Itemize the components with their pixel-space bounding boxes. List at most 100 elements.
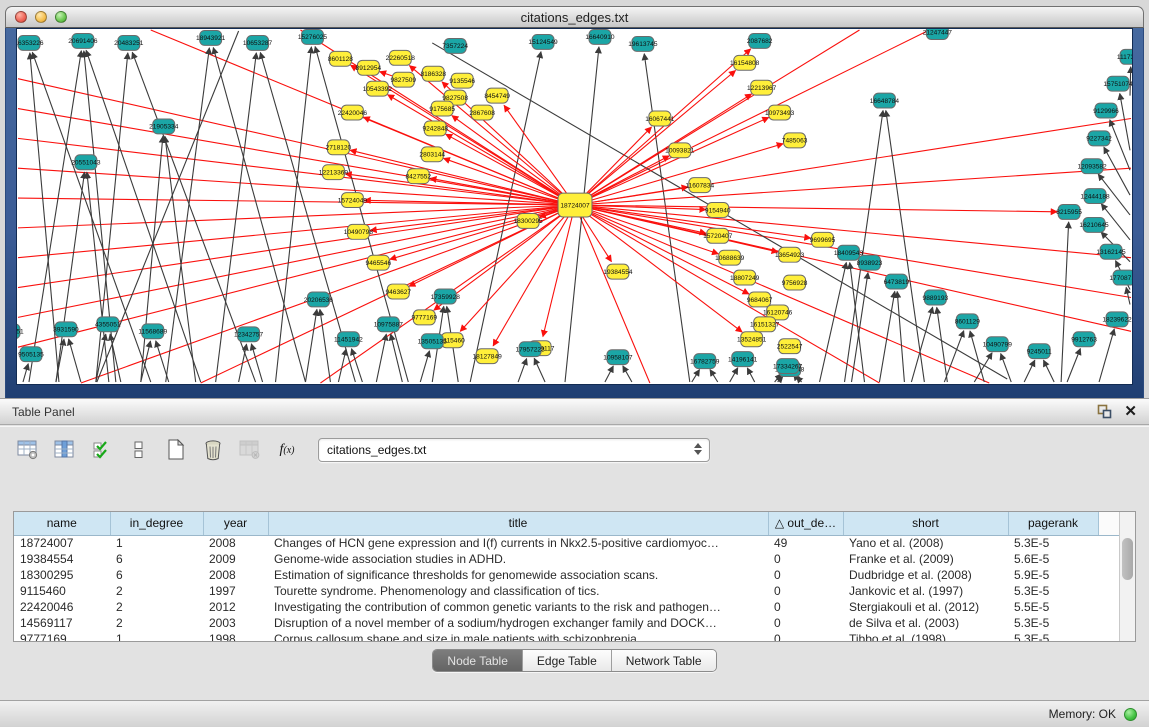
network-node[interactable]: 7357224 — [442, 38, 468, 53]
network-node[interactable]: 13524851 — [737, 332, 767, 347]
table-selector-dropdown[interactable]: citations_edges.txt — [318, 438, 710, 462]
network-node[interactable]: 15124549 — [528, 34, 558, 49]
network-node[interactable]: 18724007 — [558, 193, 592, 217]
network-node[interactable]: 12213967 — [747, 80, 777, 95]
column-header-name[interactable]: name — [14, 512, 110, 535]
network-node[interactable]: 9465546 — [366, 255, 392, 270]
table-row[interactable]: 977716911998Corpus callosum shape and si… — [14, 631, 1121, 642]
network-node[interactable]: 8938923 — [857, 255, 883, 270]
network-node[interactable]: 8601129 — [955, 314, 980, 329]
function-builder-button[interactable]: f(x) — [273, 437, 301, 463]
network-node[interactable]: 18239622 — [1102, 312, 1132, 327]
network-node[interactable]: 16782759 — [690, 354, 720, 369]
network-node[interactable]: 13162145 — [1096, 244, 1126, 259]
network-node[interactable]: 22420046 — [338, 105, 368, 120]
network-node[interactable]: 10973493 — [765, 105, 795, 120]
network-node[interactable]: 15751074 — [1103, 76, 1132, 91]
table-settings-button[interactable] — [14, 437, 42, 463]
scrollbar-thumb[interactable] — [1122, 538, 1133, 580]
tab-edge-table[interactable]: Edge Table — [523, 650, 612, 671]
table-row[interactable]: 1938455462009Genome-wide association stu… — [14, 551, 1121, 567]
network-node[interactable]: 2522547 — [777, 339, 803, 354]
network-node[interactable]: 19384554 — [603, 264, 633, 279]
table-row[interactable]: 1830029562008Estimation of significance … — [14, 567, 1121, 583]
network-node[interactable]: 9154940 — [705, 203, 731, 218]
network-node[interactable]: 9129966 — [1093, 103, 1119, 118]
column-header-title[interactable]: title — [268, 512, 768, 535]
network-node[interactable]: 10543392 — [363, 81, 393, 96]
network-node[interactable]: 6473819 — [884, 274, 910, 289]
network-node[interactable]: 21905334 — [149, 119, 179, 134]
show-columns-button[interactable] — [51, 437, 79, 463]
network-node[interactable]: 9684067 — [747, 292, 773, 307]
network-node[interactable]: 9756928 — [782, 275, 808, 290]
network-node[interactable]: 8215955 — [1056, 205, 1082, 220]
network-node[interactable]: 9135546 — [449, 73, 475, 88]
network-node[interactable]: 20551043 — [71, 155, 101, 170]
column-header-in_degree[interactable]: in_degree — [110, 512, 203, 535]
network-node[interactable]: 21247447 — [923, 29, 953, 39]
table-row[interactable]: 1872400712008Changes of HCN gene express… — [14, 535, 1121, 551]
network-node[interactable]: 12342757 — [234, 327, 264, 342]
network-node[interactable]: 12093582 — [1077, 159, 1107, 174]
network-node[interactable]: 8454749 — [484, 88, 510, 103]
network-node[interactable]: 9827509 — [391, 72, 417, 87]
network-node[interactable]: 2087682 — [747, 33, 773, 48]
delete-table-button[interactable] — [199, 437, 227, 463]
network-node[interactable]: 17708712 — [1109, 270, 1132, 285]
network-node[interactable]: 18127849 — [473, 349, 503, 364]
tab-network-table[interactable]: Network Table — [612, 650, 716, 671]
network-node[interactable]: 10490799 — [983, 337, 1013, 352]
network-canvas[interactable]: 18724007 86011288912954 22260518 9827509105… — [16, 28, 1133, 385]
network-node[interactable]: 16151327 — [750, 317, 780, 332]
network-node[interactable]: 2803144 — [419, 147, 445, 162]
network-node[interactable]: 12444188 — [1080, 189, 1110, 204]
close-panel-icon[interactable]: ✕ — [1124, 404, 1137, 419]
network-node[interactable]: 8601128 — [328, 51, 353, 66]
network-node[interactable]: 13050051 — [17, 324, 24, 339]
network-node[interactable]: 9699695 — [810, 232, 836, 247]
column-header-year[interactable]: year — [203, 512, 268, 535]
network-node[interactable]: 10688639 — [715, 250, 745, 265]
network-node[interactable]: 18807249 — [730, 270, 760, 285]
network-node[interactable]: 10975887 — [374, 317, 404, 332]
network-node[interactable]: 17334267 — [773, 359, 803, 374]
column-header-pagerank[interactable]: pagerank — [1008, 512, 1098, 535]
network-node[interactable]: 8427552 — [405, 169, 431, 184]
network-node[interactable]: 20691406 — [68, 33, 98, 48]
network-node[interactable]: 9245011 — [1027, 344, 1052, 359]
select-all-button[interactable] — [88, 437, 116, 463]
network-node[interactable]: 9242848 — [422, 121, 448, 136]
network-node[interactable]: 10490798 — [344, 224, 374, 239]
network-node[interactable]: 7485063 — [782, 133, 808, 148]
new-table-button[interactable] — [162, 437, 190, 463]
network-node[interactable]: 11173954 — [1117, 49, 1132, 64]
network-node[interactable]: 10958107 — [603, 350, 633, 365]
network-node[interactable]: 13505135 — [418, 334, 448, 349]
network-node[interactable]: 22260518 — [386, 50, 416, 65]
network-node[interactable]: 2718120 — [326, 140, 352, 155]
tab-node-table[interactable]: Node Table — [433, 650, 523, 671]
network-node[interactable]: 18300295 — [513, 213, 543, 228]
network-node[interactable]: 3931590 — [53, 322, 79, 337]
network-node[interactable]: 8912954 — [356, 60, 382, 75]
network-node[interactable]: 9505135 — [18, 347, 44, 362]
row-merge-button[interactable] — [125, 437, 153, 463]
network-node[interactable]: 16648784 — [870, 93, 900, 108]
network-node[interactable]: 19613745 — [628, 36, 658, 51]
network-node[interactable]: 10093821 — [665, 143, 695, 158]
network-node[interactable]: 11568689 — [138, 324, 167, 339]
network-node[interactable]: 15724049 — [338, 193, 368, 208]
network-node[interactable]: 17957223 — [515, 342, 545, 357]
network-node[interactable]: 4355051 — [95, 317, 121, 332]
network-node[interactable]: 16640910 — [585, 29, 615, 44]
network-node[interactable]: 20206536 — [304, 292, 334, 307]
network-node[interactable]: 9777169 — [411, 310, 437, 325]
float-panel-icon[interactable] — [1097, 404, 1112, 419]
network-node[interactable]: 11607834 — [685, 178, 714, 193]
network-window-titlebar[interactable]: citations_edges.txt — [5, 6, 1144, 28]
column-header-out_de[interactable]: △ out_de… — [768, 512, 843, 535]
table-row[interactable]: 1456911722003Disruption of a novel membe… — [14, 615, 1121, 631]
table-row[interactable]: 2242004622012Investigating the contribut… — [14, 599, 1121, 615]
network-node[interactable]: 17359928 — [431, 289, 461, 304]
